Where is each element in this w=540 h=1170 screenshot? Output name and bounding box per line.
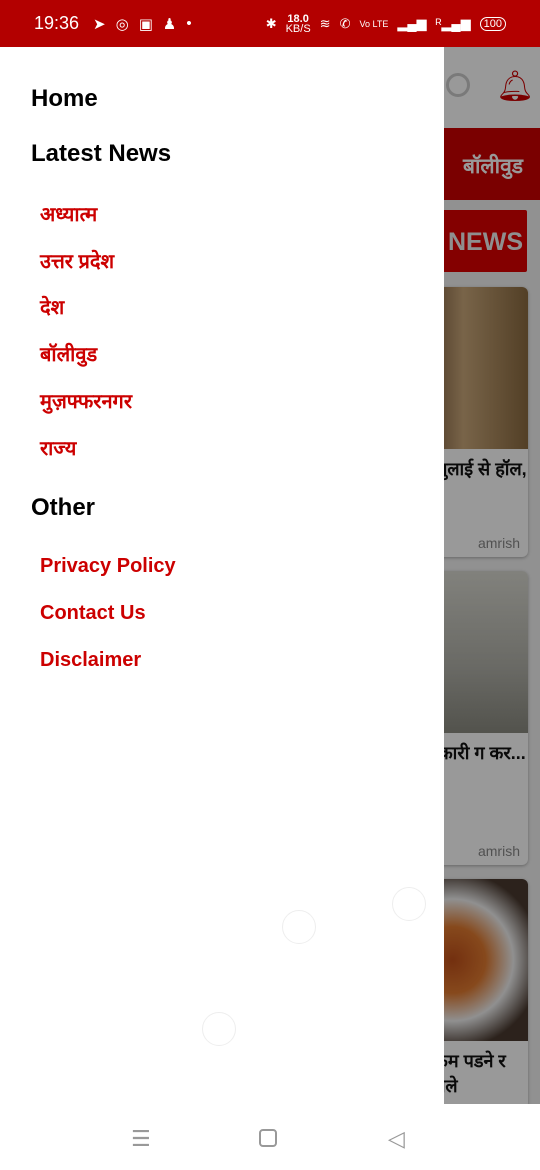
app-notification-icon: ◎ [115,15,129,33]
tv-icon: ▣ [138,15,153,33]
drawer-item-rajya[interactable]: राज्य [40,434,76,461]
section-other: Other [31,494,96,521]
status-bar: 19:36 ➤ ◎ ▣ ♟ • ✱ 18.0 KB/S ≋ ✆ Vo LTE ▂▄… [0,0,540,47]
signal-icon: ▂▄▆ [397,15,427,31]
clock: 19:36 [34,13,80,33]
drawer-item-bollywood[interactable]: बॉलीवुड [40,340,97,367]
battery-icon: 100 [479,16,506,31]
menu-icon[interactable]: ☰ [131,1126,151,1152]
drawer-item-contact-us[interactable]: Contact Us [40,602,146,625]
drawer-item-adhyatm[interactable]: अध्यात्म [40,200,97,227]
home-icon[interactable] [259,1129,277,1147]
system-nav-bar: ☰ ◁ [0,1104,540,1170]
news-app-icon: ♟ [162,15,177,33]
touch-ripple [392,887,426,921]
wifi-call-icon: ✆ [339,15,351,31]
drawer-item-home[interactable]: Home [31,85,98,113]
telegram-icon: ➤ [93,15,106,33]
drawer-item-privacy-policy[interactable]: Privacy Policy [40,555,176,578]
speed-unit: KB/S [285,22,311,35]
bluetooth-icon: ✱ [265,15,277,31]
volte-icon: Vo LTE [359,18,389,29]
touch-ripple [282,910,316,944]
drawer-item-desh[interactable]: देश [40,293,64,320]
navigation-drawer: Home Latest News अध्यात्म उत्तर प्रदेश द… [0,47,444,1104]
section-latest-news[interactable]: Latest News [31,140,171,168]
back-icon[interactable]: ◁ [388,1126,405,1152]
more-dot-icon: • [186,15,192,32]
touch-ripple [202,1012,236,1046]
network-speed: 18.0 KB/S [285,13,311,35]
drawer-item-disclaimer[interactable]: Disclaimer [40,649,141,672]
drawer-item-muzaffarnagar[interactable]: मुज़फ्फरनगर [40,387,132,414]
signal-roaming-icon: ᴿ▂▄▆ [435,15,471,31]
wifi-icon: ≋ [319,15,331,31]
drawer-item-uttar-pradesh[interactable]: उत्तर प्रदेश [40,247,114,274]
